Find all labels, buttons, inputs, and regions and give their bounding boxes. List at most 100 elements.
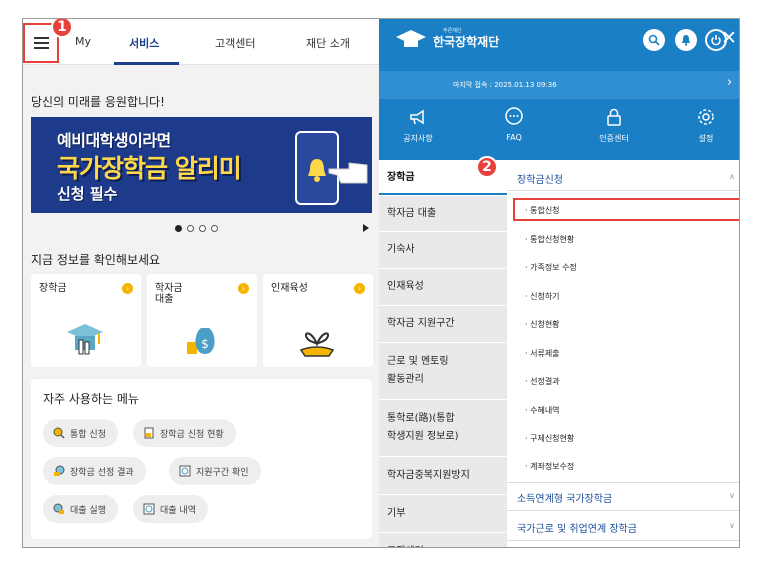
graduation-cap-icon bbox=[67, 324, 103, 355]
submenu-item[interactable]: · 구제신청현황 bbox=[525, 433, 574, 444]
card-talent[interactable]: 인재육성 › bbox=[263, 274, 373, 367]
gear-icon bbox=[698, 109, 714, 125]
category-talent[interactable]: 인재육성 bbox=[379, 269, 507, 306]
chip-selection-result[interactable]: 장학금 선정 결과 bbox=[43, 457, 146, 485]
pointing-hand-icon bbox=[328, 162, 368, 184]
submenu-label: 신청하기 bbox=[530, 292, 560, 301]
last-login-text: 마지막 접속 : 2025.01.13 09:36 bbox=[453, 81, 557, 89]
chip-scholarship-status[interactable]: 장학금 신청 현황 bbox=[133, 419, 236, 447]
app-frame: 1 My 서비스 고객센터 재단 소개 당신의 미래를 응원합니다! 예비대학생… bbox=[22, 18, 740, 548]
submenu-item[interactable]: · 계좌정보수정 bbox=[525, 461, 574, 472]
submenu-item[interactable]: · 수혜내역 bbox=[525, 405, 560, 416]
notification-button[interactable] bbox=[675, 29, 697, 51]
loan-search-icon bbox=[53, 503, 64, 514]
svg-text:$: $ bbox=[201, 337, 209, 351]
document-icon bbox=[144, 427, 154, 439]
promo-banner[interactable]: 예비대학생이라면 국가장학금 알리미 신청 필수 bbox=[31, 117, 372, 213]
quick-link-label: 인증센터 bbox=[599, 134, 629, 143]
chip-support-bracket[interactable]: 지원구간 확인 bbox=[169, 457, 261, 485]
submenu-panel: 장학금신청 ∧ · 통합신청 · 통합신청현황 · 가족정보 수정 · 신청하기… bbox=[507, 160, 739, 547]
tab-foundation-intro[interactable]: 재단 소개 bbox=[306, 35, 350, 51]
logo-name: 한국장학재단 bbox=[433, 35, 500, 49]
quick-link-faq[interactable]: FAQ bbox=[479, 107, 549, 142]
submenu-item[interactable]: · 신청하기 bbox=[525, 291, 560, 302]
group-national-work[interactable]: 국가근로 및 취업연계 장학금 bbox=[517, 520, 637, 535]
megaphone-icon bbox=[410, 109, 424, 125]
carousel-dot[interactable] bbox=[187, 225, 194, 232]
chip-loan-history[interactable]: 대출 내역 bbox=[133, 495, 208, 523]
submenu-label: 선정결과 bbox=[530, 377, 560, 386]
quick-link-settings[interactable]: 설정 bbox=[671, 107, 739, 144]
carousel-dot[interactable] bbox=[211, 225, 218, 232]
step-1-badge: 1 bbox=[51, 19, 73, 38]
carousel-play-icon[interactable] bbox=[363, 224, 369, 232]
divider bbox=[507, 510, 739, 511]
quick-link-label: 공지사항 bbox=[403, 134, 433, 143]
category-work-mentoring[interactable]: 근로 및 멘토링 활동관리 bbox=[379, 343, 507, 400]
quick-link-auth[interactable]: 인증센터 bbox=[579, 107, 649, 144]
category-customer-center[interactable]: 고객센터 bbox=[379, 533, 507, 548]
card-scholarship[interactable]: 장학금 › bbox=[31, 274, 141, 367]
welcome-headline: 당신의 미래를 응원합니다! bbox=[31, 95, 165, 109]
chevron-down-icon[interactable]: ∨ bbox=[729, 521, 735, 530]
hamburger-icon bbox=[33, 37, 49, 49]
category-student-loan[interactable]: 학자금 대출 bbox=[379, 196, 507, 232]
banner-line-3: 신청 필수 bbox=[57, 185, 118, 203]
bell-outline-icon bbox=[682, 35, 690, 46]
last-login-bar[interactable]: 마지막 접속 : 2025.01.13 09:36 › bbox=[379, 71, 739, 99]
submenu-item[interactable]: · 가족정보 수정 bbox=[525, 262, 577, 273]
divider bbox=[507, 482, 739, 483]
category-donation[interactable]: 기부 bbox=[379, 495, 507, 533]
menu-header: 푸른재단 한국장학재단 ✕ 마지막 접속 : 2025.01.13 09:36 … bbox=[379, 19, 739, 160]
bell-icon bbox=[308, 159, 326, 182]
carousel-dot[interactable] bbox=[199, 225, 206, 232]
submenu-label: 신청현황 bbox=[530, 320, 560, 329]
chip-integrated-apply[interactable]: 통합 신청 bbox=[43, 419, 118, 447]
category-student-info-road[interactable]: 통학로(路)(통합 학생지원 정보로) bbox=[379, 400, 507, 457]
group-income-linked[interactable]: 소득연계형 국가장학금 bbox=[517, 490, 612, 505]
chevron-right-icon: › bbox=[354, 283, 365, 294]
tab-customer-center[interactable]: 고객센터 bbox=[215, 35, 255, 51]
category-support-bracket[interactable]: 학자금 지원구간 bbox=[379, 306, 507, 343]
chevron-right-icon: › bbox=[122, 283, 133, 294]
foundation-logo[interactable]: 푸른재단 한국장학재단 bbox=[395, 27, 499, 50]
banner-line-2: 국가장학금 알리미 bbox=[57, 154, 242, 183]
card-student-loan[interactable]: 학자금 대출 › $ bbox=[147, 274, 257, 367]
carousel-dot[interactable] bbox=[175, 225, 182, 232]
side-menu: 푸른재단 한국장학재단 ✕ 마지막 접속 : 2025.01.13 09:36 … bbox=[379, 19, 739, 548]
lock-icon bbox=[607, 108, 621, 126]
card-label: 장학금 bbox=[39, 283, 67, 294]
magnifier-icon bbox=[143, 503, 155, 515]
quick-link-notice[interactable]: 공지사항 bbox=[383, 107, 453, 144]
submenu-label: 구제신청현황 bbox=[530, 434, 575, 443]
submenu-item[interactable]: · 선정결과 bbox=[525, 376, 560, 387]
quick-link-label: FAQ bbox=[506, 133, 522, 142]
quick-link-label: 설정 bbox=[698, 134, 714, 143]
divider bbox=[507, 540, 739, 541]
group-scholarship-apply[interactable]: 장학금신청 bbox=[517, 171, 563, 186]
submenu-item[interactable]: · 신청현황 bbox=[525, 319, 560, 330]
chip-label: 대출 내역 bbox=[160, 505, 196, 516]
submenu-label: 통합신청현황 bbox=[530, 235, 575, 244]
chevron-down-icon[interactable]: ∨ bbox=[729, 491, 735, 500]
medal-icon bbox=[54, 465, 65, 476]
chip-loan-execution[interactable]: 대출 실행 bbox=[43, 495, 118, 523]
submenu-label: 가족정보 수정 bbox=[530, 263, 577, 272]
graduation-cap-logo-icon bbox=[396, 29, 426, 47]
chevron-up-icon[interactable]: ∧ bbox=[729, 172, 735, 181]
category-duplicate-prevention[interactable]: 학자금중복지원방지 bbox=[379, 457, 507, 495]
search-button[interactable] bbox=[643, 29, 665, 51]
step-2-badge: 2 bbox=[476, 156, 498, 178]
submenu-item[interactable]: · 서류제출 bbox=[525, 348, 560, 359]
active-tab-indicator bbox=[114, 62, 179, 65]
submenu-label: 수혜내역 bbox=[530, 406, 560, 415]
chat-bubble-icon bbox=[505, 107, 523, 125]
tab-services[interactable]: 서비스 bbox=[129, 35, 159, 51]
submenu-item[interactable]: · 통합신청현황 bbox=[525, 234, 574, 245]
close-icon[interactable]: ✕ bbox=[721, 27, 737, 49]
carousel-dots bbox=[175, 225, 218, 232]
submenu-label: 계좌정보수정 bbox=[530, 462, 575, 471]
category-dormitory[interactable]: 기숙사 bbox=[379, 232, 507, 269]
submenu-label: 서류제출 bbox=[530, 349, 560, 358]
tab-my[interactable]: My bbox=[75, 35, 91, 48]
